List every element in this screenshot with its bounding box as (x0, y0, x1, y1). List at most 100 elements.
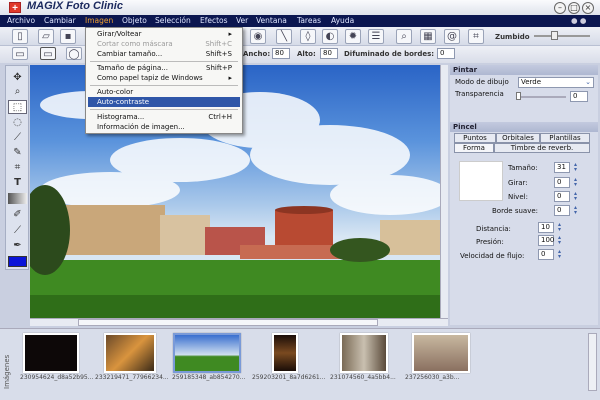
girar-input[interactable]: 0 (554, 177, 570, 188)
menu-item-cambiar-tamano[interactable]: Cambiar tamaño... Shift+S (88, 49, 240, 59)
vertical-scrollbar[interactable] (440, 65, 448, 318)
ellipse-select-icon[interactable]: ◯ (66, 47, 82, 60)
gradient-icon[interactable] (8, 193, 27, 204)
distancia-spinner[interactable]: ▴ ▾ (556, 222, 563, 233)
drop-icon[interactable]: ◊ (300, 29, 316, 44)
transparencia-input[interactable]: 0 (570, 91, 588, 102)
rect-select-active-icon[interactable]: ▭ (40, 47, 56, 60)
maximize-button[interactable]: □ (568, 2, 580, 14)
menu-archivo[interactable]: Archivo (7, 16, 35, 25)
menu-item-auto-contraste[interactable]: Auto-contraste (88, 97, 240, 107)
menu-item-girar[interactable]: Girar/Voltear ▸ (88, 29, 240, 39)
eraser-icon[interactable]: ⟋ (8, 224, 27, 238)
menu-efectos[interactable]: Efectos (200, 16, 228, 25)
label: Tamaño de página... (97, 64, 168, 72)
horizontal-scrollbar[interactable] (30, 318, 448, 326)
tamano-input[interactable]: 31 (554, 162, 570, 173)
distancia-input[interactable]: 10 (538, 222, 554, 233)
tab-puntos[interactable]: Puntos (454, 133, 496, 143)
thumbnail[interactable] (272, 333, 298, 373)
thumbnail[interactable] (23, 333, 79, 373)
tab-forma[interactable]: Forma (454, 143, 494, 153)
pencil-icon[interactable]: ✐ (8, 208, 27, 222)
borde-input[interactable]: 0 (554, 205, 570, 216)
menu-ventana[interactable]: Ventana (256, 16, 287, 25)
rect-select-icon[interactable]: ▭ (12, 47, 28, 60)
menu-item-cortar[interactable]: Cortar como máscara Shift+C (88, 39, 240, 49)
menu-imagen[interactable]: Imagen (85, 16, 113, 25)
settings-icon[interactable]: ● ● (571, 16, 586, 25)
velocidad-input[interactable]: 0 (538, 249, 554, 260)
minimize-button[interactable]: – (554, 2, 566, 14)
menu-cambiar[interactable]: Cambiar (44, 16, 76, 25)
transparencia-thumb[interactable] (516, 92, 521, 100)
menu-item-auto-color[interactable]: Auto-color (88, 87, 240, 97)
imagen-dropdown-menu: Girar/Voltear ▸ Cortar como máscara Shift+… (85, 27, 243, 134)
rect-select-tool-icon[interactable]: ⬚ (8, 100, 27, 114)
save-icon[interactable]: ▪ (60, 29, 76, 44)
menu-ayuda[interactable]: Ayuda (331, 16, 354, 25)
eyedropper-icon[interactable]: ✎ (8, 146, 27, 160)
label: Auto-color (97, 88, 134, 96)
scroll-thumb[interactable] (78, 319, 378, 326)
menu-seleccion[interactable]: Selección (155, 16, 191, 25)
tab-orbitales[interactable]: Orbitales (496, 133, 540, 143)
brush-icon[interactable]: ╲ (276, 29, 292, 44)
tamano-spinner[interactable]: ▴ ▾ (572, 162, 579, 173)
zoom-tool-icon[interactable]: ⌕ (396, 29, 412, 44)
separator (90, 61, 238, 62)
magic-wand-icon[interactable]: ⟋ (8, 131, 27, 145)
menu-ver[interactable]: Ver (236, 16, 248, 25)
nivel-input[interactable]: 0 (554, 191, 570, 202)
sun-icon[interactable]: ✹ (345, 29, 361, 44)
foreground-color-swatch[interactable] (8, 256, 27, 267)
thumbnail[interactable] (412, 333, 470, 373)
lasso-icon[interactable]: ◌ (8, 116, 27, 130)
tool-palette: ✥ ⌕ ⬚ ◌ ⟋ ✎ ⌗ T ✐ ⟋ ✒ (5, 65, 29, 270)
strip-scrollbar[interactable] (588, 333, 597, 391)
modo-select[interactable]: Verde ⌄ (518, 77, 594, 88)
title-bar: + MAGIX Foto Clinic – □ × (0, 0, 600, 15)
open-folder-icon[interactable]: ▱ (38, 29, 54, 44)
crop-icon[interactable]: ⌗ (8, 161, 27, 175)
puzzle-icon[interactable]: ⌗ (468, 29, 484, 44)
ancho-label: Ancho: (243, 50, 271, 58)
girar-spinner[interactable]: ▴ ▾ (572, 177, 579, 188)
transparencia-slider[interactable] (516, 96, 566, 98)
borde-spinner[interactable]: ▴ ▾ (572, 205, 579, 216)
contrast-icon[interactable]: ◐ (322, 29, 338, 44)
move-icon[interactable]: ✥ (8, 71, 27, 85)
tab-plantillas[interactable]: Plantillas (540, 133, 590, 143)
tab-timbre[interactable]: Timbre de reverb. (494, 143, 590, 153)
close-button[interactable]: × (582, 2, 594, 14)
presion-input[interactable]: 100 (538, 235, 554, 246)
menu-item-tamano-pagina[interactable]: Tamaño de página... Shift+P (88, 63, 240, 73)
thumbnail-selected[interactable] (173, 333, 241, 373)
menu-objeto[interactable]: Objeto (122, 16, 147, 25)
zoom-slider-thumb[interactable] (551, 31, 559, 40)
magnifier-icon[interactable]: ⌕ (8, 85, 27, 99)
ancho-input[interactable]: 80 (272, 48, 290, 59)
thumbnail[interactable] (104, 333, 156, 373)
zoom-slider[interactable] (534, 35, 590, 37)
menu-item-papel-tapiz[interactable]: Como papel tapiz de Windows ▸ (88, 73, 240, 83)
velocidad-spinner[interactable]: ▴ ▾ (556, 249, 563, 260)
thumbnail[interactable] (340, 333, 388, 373)
menu-item-informacion[interactable]: Información de imagen... (88, 122, 240, 132)
alto-input[interactable]: 80 (320, 48, 338, 59)
filmstrip-icon[interactable]: ▦ (420, 29, 436, 44)
new-file-icon[interactable]: ▯ (12, 29, 28, 44)
pipette-icon[interactable]: ✒ (8, 239, 27, 253)
text-tool-icon[interactable]: T (8, 176, 27, 190)
nivel-spinner[interactable]: ▴ ▾ (572, 191, 579, 202)
swirl-icon[interactable]: @ (444, 29, 460, 44)
presion-spinner[interactable]: ▴ ▾ (556, 235, 563, 246)
pincel-header: Pincel (450, 122, 598, 132)
distancia-label: Distancia: (476, 225, 511, 233)
eye-icon[interactable]: ◉ (250, 29, 266, 44)
right-panel: Pintar Modo de dibujo Verde ⌄ Transparenc… (450, 65, 598, 325)
difuminado-input[interactable]: 0 (437, 48, 455, 59)
menu-item-histograma[interactable]: Histograma... Ctrl+H (88, 112, 240, 122)
menu-tareas[interactable]: Tareas (297, 16, 321, 25)
list-icon[interactable]: ☰ (368, 29, 384, 44)
